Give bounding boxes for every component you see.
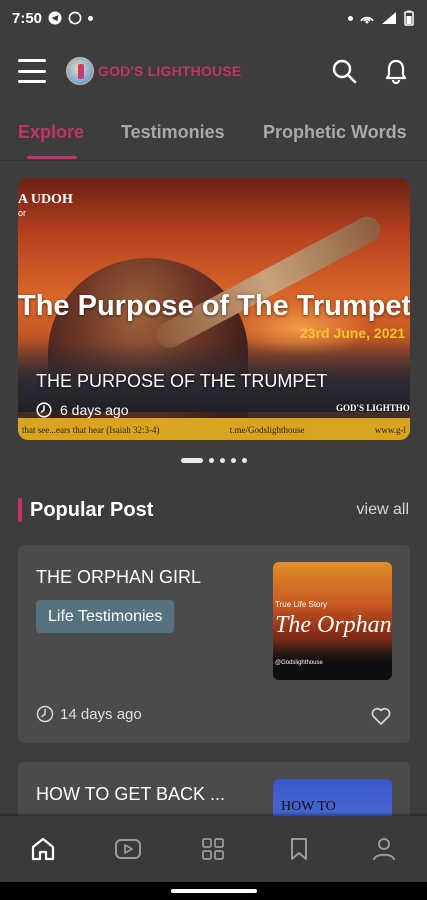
carousel-dot[interactable]: [208, 458, 214, 463]
notification-dot: [88, 15, 94, 21]
tab-bar: Explore Testimonies Prophetic Words: [0, 112, 427, 160]
tab-indicator: [27, 156, 77, 159]
favorite-button[interactable]: [370, 705, 392, 727]
telegram-icon: [48, 11, 62, 25]
tab-testimonies[interactable]: Testimonies: [121, 112, 225, 143]
logo-badge-icon: [66, 57, 94, 85]
notifications-button[interactable]: [383, 58, 409, 84]
category-chip[interactable]: Life Testimonies: [36, 600, 175, 633]
app-bar: GOD'S LIGHTHOUSE: [0, 46, 427, 96]
nav-home[interactable]: [23, 829, 63, 869]
nav-videos[interactable]: [108, 829, 148, 869]
slide-time-text: 6 days ago: [60, 402, 129, 418]
whatsapp-icon: [68, 11, 82, 25]
post-title: HOW TO GET BACK ...: [36, 784, 226, 804]
slide-kicker: A UDOH: [18, 192, 73, 207]
menu-icon: [18, 59, 46, 62]
carousel-indicator: [0, 458, 427, 463]
post-thumbnail: True Life Story The Orphan Girl @Godslig…: [273, 562, 392, 680]
tab-prophetic-words[interactable]: Prophetic Words: [263, 112, 407, 143]
nav-categories[interactable]: [193, 829, 233, 869]
status-dot: [348, 15, 353, 21]
logo-text: GOD'S LIGHTHOUSE: [98, 63, 242, 79]
post-title: THE ORPHAN GIRL: [36, 567, 202, 587]
bell-icon: [385, 59, 407, 84]
slide-graphic-date: 23rd June, 2021: [300, 325, 406, 341]
clock-icon: [36, 402, 52, 418]
slide-caption: THE PURPOSE OF THE TRUMPET: [36, 371, 328, 391]
popular-post-header: Popular Post view all: [18, 496, 409, 524]
search-button[interactable]: [331, 58, 357, 84]
nav-bookmarks[interactable]: [279, 829, 319, 869]
post-time-text: 14 days ago: [60, 705, 142, 723]
slide-time: 6 days ago: [36, 402, 129, 418]
bookmark-icon: [290, 838, 307, 860]
profile-icon: [373, 838, 396, 861]
status-time: 7:50: [12, 9, 43, 27]
carousel-dot[interactable]: [219, 458, 225, 463]
heart-icon: [371, 707, 391, 725]
clock-icon: [36, 705, 54, 723]
section-title: Popular Post: [30, 498, 154, 521]
home-gesture-bar[interactable]: [171, 889, 257, 893]
signal-icon: [382, 12, 396, 24]
carousel-dot[interactable]: [230, 458, 236, 463]
carousel-dot[interactable]: [241, 458, 247, 463]
search-icon: [332, 59, 357, 84]
grid-icon: [202, 838, 225, 860]
video-icon: [115, 839, 142, 859]
carousel-dot[interactable]: [180, 458, 203, 463]
battery-icon: [404, 10, 414, 26]
menu-button[interactable]: [18, 59, 46, 83]
bottom-navigation: [0, 816, 427, 882]
post-time: 14 days ago: [36, 705, 142, 723]
slide-graphic-title: The Purpose of The Trumpet: [18, 290, 410, 322]
hotspot-icon: [360, 16, 374, 24]
nav-profile[interactable]: [364, 829, 404, 869]
slide-footer: that see...ears that hear (Isaiah 32:3-4…: [22, 425, 406, 435]
tabs-divider: [0, 160, 427, 161]
view-all-link[interactable]: view all: [357, 501, 409, 519]
slide-kicker-sub: or: [18, 208, 27, 218]
home-icon: [31, 837, 54, 861]
tab-explore[interactable]: Explore: [18, 112, 84, 143]
slide-brand: GOD'S LIGHTHO: [336, 403, 410, 413]
section-accent-bar: [18, 498, 22, 522]
app-logo: GOD'S LIGHTHOUSE: [66, 57, 241, 85]
featured-carousel-slide[interactable]: A UDOH or The Purpose of The Trumpet 23r…: [18, 178, 410, 440]
status-bar: 7:50: [0, 0, 427, 36]
post-card[interactable]: THE ORPHAN GIRL Life Testimonies 14 days…: [18, 545, 410, 743]
